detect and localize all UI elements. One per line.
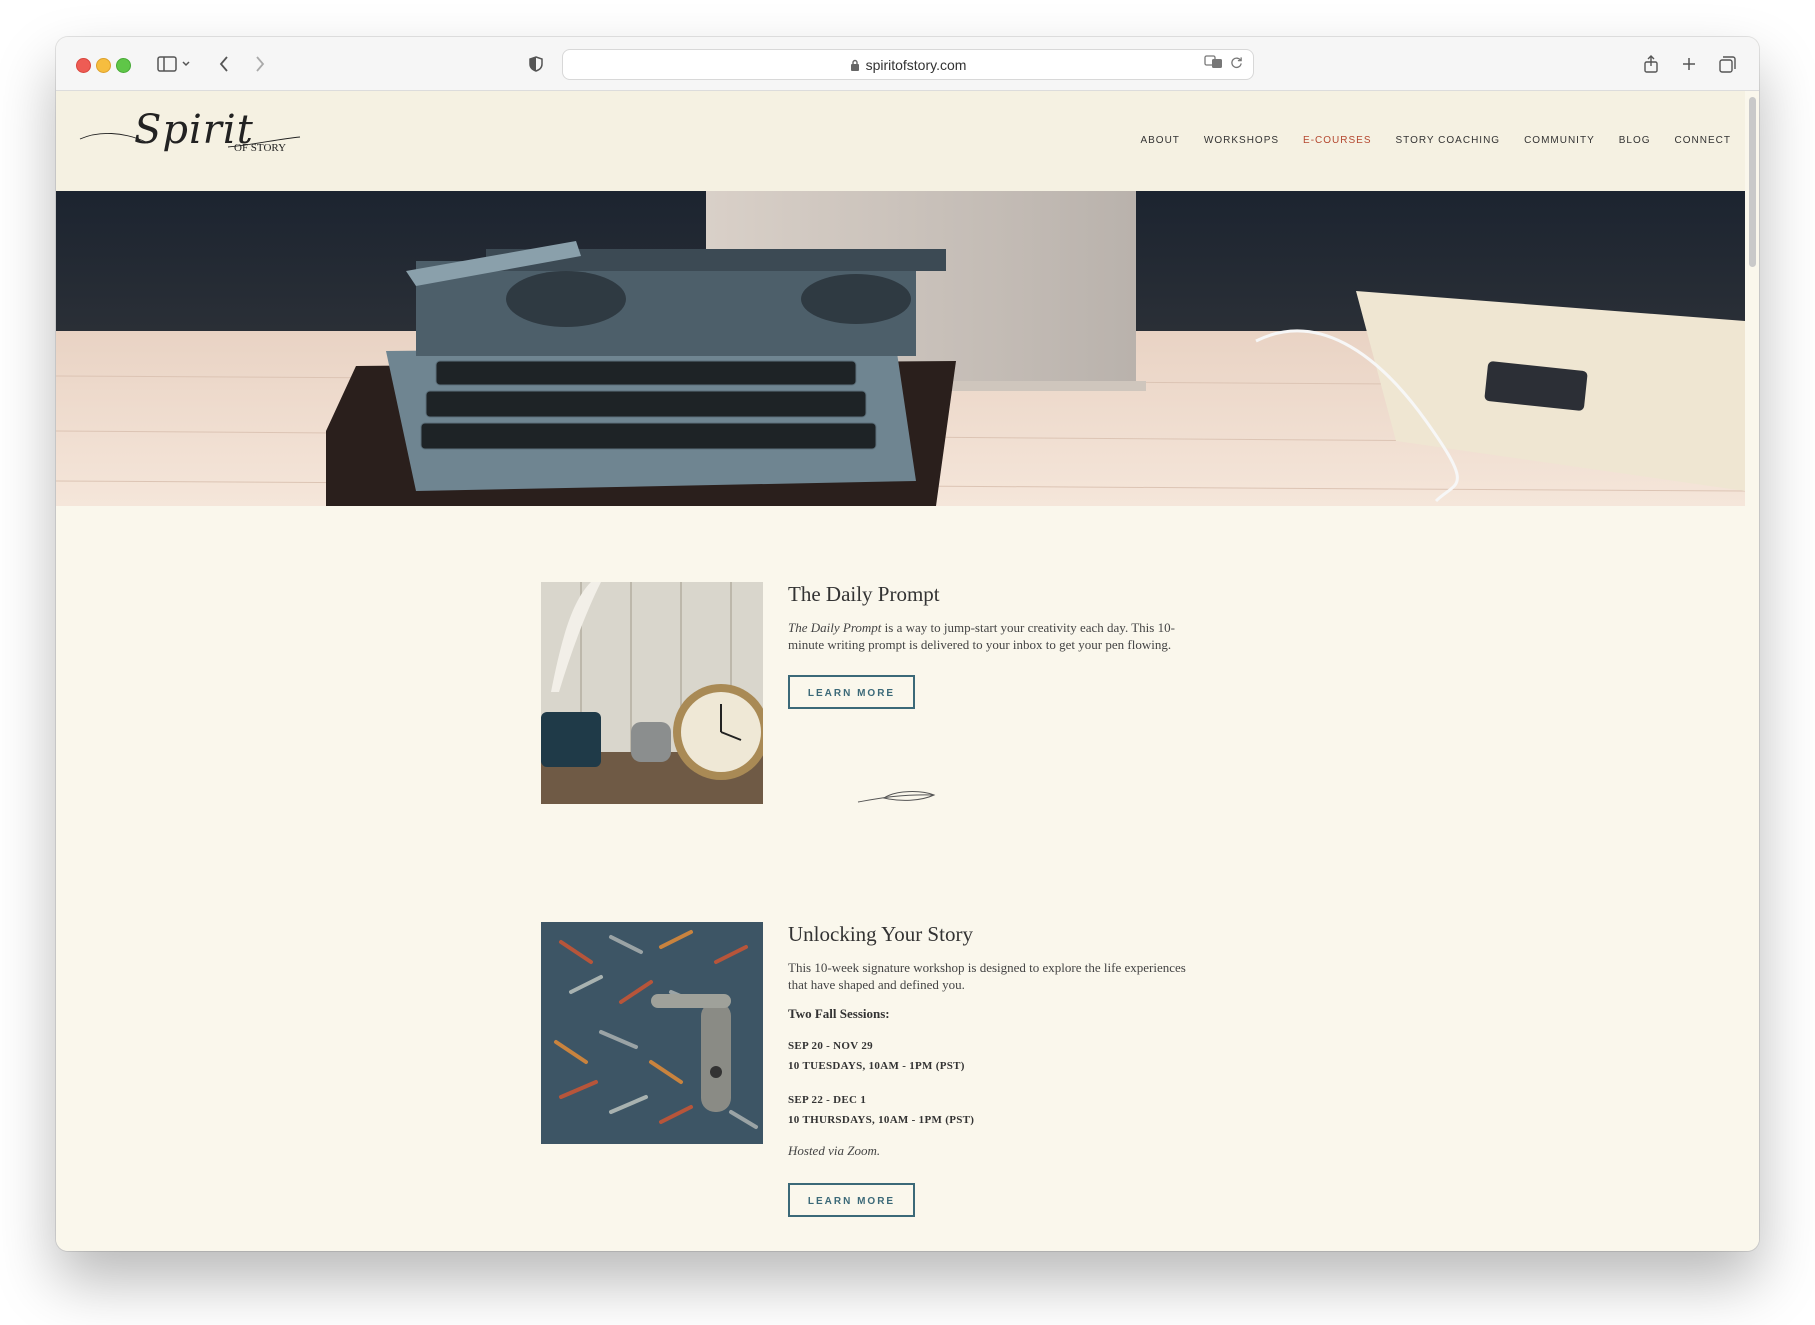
zoom-window-button[interactable] [116, 58, 131, 73]
tab-overview-button[interactable] [1716, 52, 1738, 76]
minimize-window-button[interactable] [96, 58, 111, 73]
learn-more-button[interactable]: LEARN MORE [788, 1183, 915, 1217]
nav-story-coaching[interactable]: STORY COACHING [1396, 135, 1501, 146]
nav-community[interactable]: COMMUNITY [1524, 135, 1595, 146]
nav-about[interactable]: ABOUT [1140, 135, 1179, 146]
address-bar[interactable]: spiritofstory.com [562, 49, 1254, 80]
session-schedule: 10 THURSDAYS, 10AM - 1PM (PST) [788, 1114, 975, 1126]
course-daily-prompt: The Daily Prompt The Daily Prompt is a w… [541, 582, 1241, 812]
session-schedule: 10 TUESDAYS, 10AM - 1PM (PST) [788, 1060, 965, 1072]
url-text: spiritofstory.com [865, 56, 967, 73]
nav-connect[interactable]: CONNECT [1675, 135, 1731, 146]
feather-divider-icon [857, 791, 936, 803]
translate-icon[interactable] [1204, 55, 1224, 72]
site-logo[interactable]: Spirit OF STORY [78, 107, 308, 171]
reload-icon[interactable] [1230, 56, 1243, 72]
forward-button[interactable] [250, 52, 270, 76]
shield-icon [529, 56, 543, 72]
course-title: The Daily Prompt [788, 582, 940, 606]
plus-icon [1683, 58, 1695, 70]
page-scrollbar-thumb[interactable] [1749, 97, 1756, 267]
course-description: The Daily Prompt is a way to jump-start … [788, 620, 1175, 652]
site-header: Spirit OF STORY ABOUT WORKSHOPS E-COURSE… [56, 91, 1745, 191]
course-title: Unlocking Your Story [788, 922, 973, 946]
nav-blog[interactable]: BLOG [1619, 135, 1651, 146]
course-text: The Daily Prompt The Daily Prompt is a w… [788, 582, 1208, 709]
web-page: Spirit OF STORY ABOUT WORKSHOPS E-COURSE… [56, 91, 1745, 1251]
learn-more-button[interactable]: LEARN MORE [788, 675, 915, 709]
lock-icon [850, 59, 860, 71]
session-dates: SEP 20 - NOV 29 [788, 1040, 873, 1052]
course-text: Unlocking Your Story This 10-week signat… [788, 922, 1208, 1217]
chevron-right-icon [256, 56, 265, 72]
session-dates: SEP 22 - DEC 1 [788, 1094, 867, 1106]
new-tab-button[interactable] [1678, 52, 1700, 76]
browser-toolbar: spiritofstory.com [56, 37, 1759, 91]
close-window-button[interactable] [76, 58, 91, 73]
sidebar-icon [157, 56, 190, 72]
nav-e-courses[interactable]: E-COURSES [1303, 135, 1371, 146]
sessions-label: Two Fall Sessions: [788, 1006, 890, 1021]
nav-workshops[interactable]: WORKSHOPS [1204, 135, 1279, 146]
course-unlocking-your-story: Unlocking Your Story This 10-week signat… [541, 922, 1241, 1251]
sidebar-toggle-button[interactable] [152, 52, 196, 76]
browser-window: spiritofstory.com Spirit OF STORY ABOUT … [56, 37, 1759, 1251]
course-description: This 10-week signature workshop is desig… [788, 960, 1186, 992]
course-image-pocket-watch [541, 582, 763, 804]
back-button[interactable] [214, 52, 234, 76]
share-button[interactable] [1640, 52, 1662, 76]
session-1: SEP 20 - NOV 29 10 TUESDAYS, 10AM - 1PM … [788, 1036, 1208, 1076]
session-2: SEP 22 - DEC 1 10 THURSDAYS, 10AM - 1PM … [788, 1090, 1208, 1130]
privacy-report-button[interactable] [526, 52, 546, 76]
hero-image [56, 191, 1745, 506]
share-icon [1644, 55, 1658, 73]
main-nav: ABOUT WORKSHOPS E-COURSES STORY COACHING… [1140, 135, 1731, 146]
logo-subtitle: OF STORY [234, 142, 287, 154]
hosted-note: Hosted via Zoom. [788, 1143, 881, 1158]
courses-list: The Daily Prompt The Daily Prompt is a w… [56, 506, 1745, 1251]
tabs-icon [1718, 55, 1736, 73]
course-image-keys [541, 922, 763, 1144]
chevron-left-icon [219, 56, 228, 72]
